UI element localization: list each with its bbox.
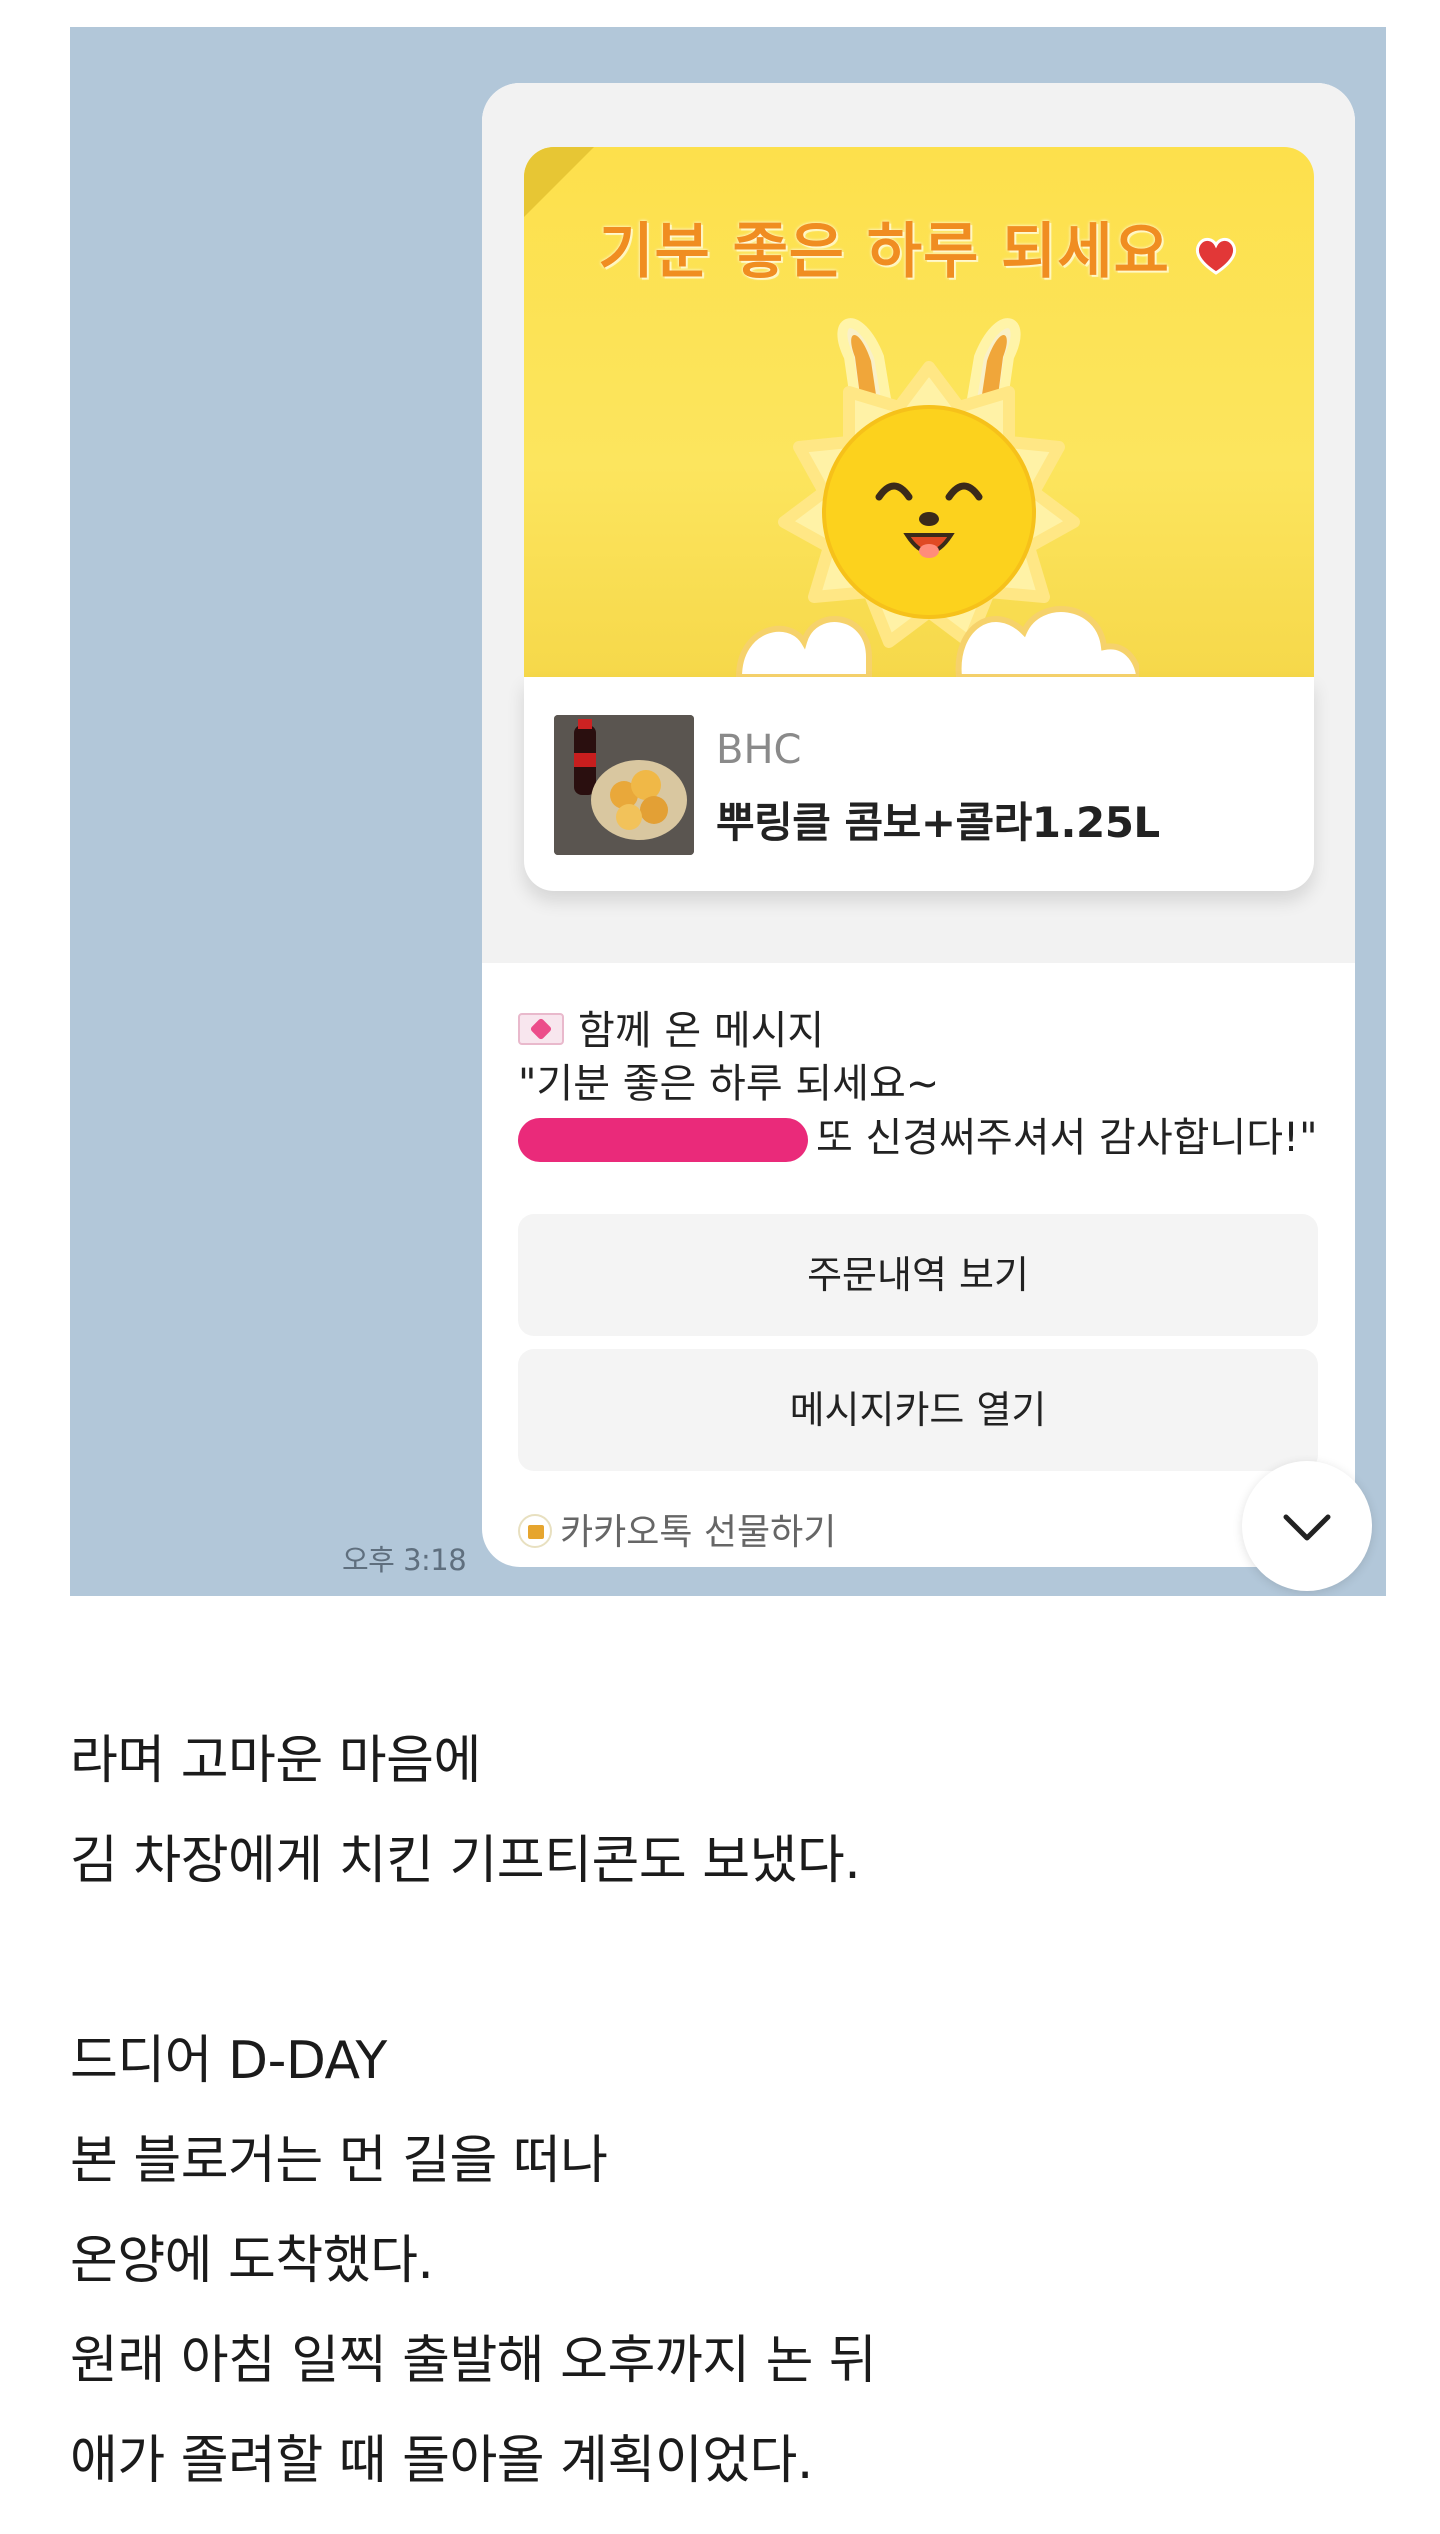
hero-title: 기분 좋은 하루 되세요 [524,203,1314,290]
product-name: 뿌링클 콤보+콜라1.25L [716,798,1160,847]
product-brand: BHC [716,727,802,773]
envelope-icon [518,1013,564,1045]
product-card[interactable]: BHC 뿌링클 콤보+콜라1.25L [524,677,1314,891]
blog-line: 원래 아침 일찍 출발해 오후까지 논 뒤 [70,2331,877,2391]
blog-line: 애가 졸려할 때 돌아올 계획이었다. [70,2431,813,2491]
message-header: 함께 온 메시지 [518,998,824,1056]
sun-bunny-illustration [735,318,1139,677]
chat-screenshot: 기분 좋은 하루 되세요 BHC 뿌링클 콤보+콜라1.25L 함께 온 메시지… [70,27,1386,1596]
blog-line: 온양에 도착했다. [70,2231,434,2291]
gift-box-icon [518,1514,552,1548]
message-line-2: 또 신경써주셔서 감사합니다!" [518,1105,1355,1163]
gift-message-bubble: 기분 좋은 하루 되세요 BHC 뿌링클 콤보+콜라1.25L 함께 온 메시지… [482,83,1355,1567]
blog-line: 김 차장에게 치킨 기프티콘도 보냈다. [70,1831,861,1891]
blog-line: 본 블로거는 먼 길을 떠나 [70,2131,608,2191]
heart-icon [1195,238,1236,276]
blog-line: 드디어 D-DAY [70,2031,387,2091]
message-timestamp: 오후 3:18 [342,1543,467,1577]
chicken-image [554,715,694,855]
open-message-card-button[interactable]: 메시지카드 열기 [518,1349,1318,1471]
product-thumbnail [554,715,694,855]
redaction-mark [518,1118,808,1162]
scroll-down-button[interactable] [1242,1461,1372,1591]
blog-line: 라며 고마운 마음에 [70,1731,481,1791]
chevron-down-icon [1283,1514,1331,1541]
view-order-button[interactable]: 주문내역 보기 [518,1214,1318,1336]
message-line-1: "기분 좋은 하루 되세요~ [518,1061,940,1107]
gift-card-image[interactable]: 기분 좋은 하루 되세요 [524,147,1314,677]
gift-card-area: 기분 좋은 하루 되세요 BHC 뿌링클 콤보+콜라1.25L [482,83,1355,963]
kakao-gift-footer[interactable]: 카카오톡 선물하기 [518,1503,836,1555]
